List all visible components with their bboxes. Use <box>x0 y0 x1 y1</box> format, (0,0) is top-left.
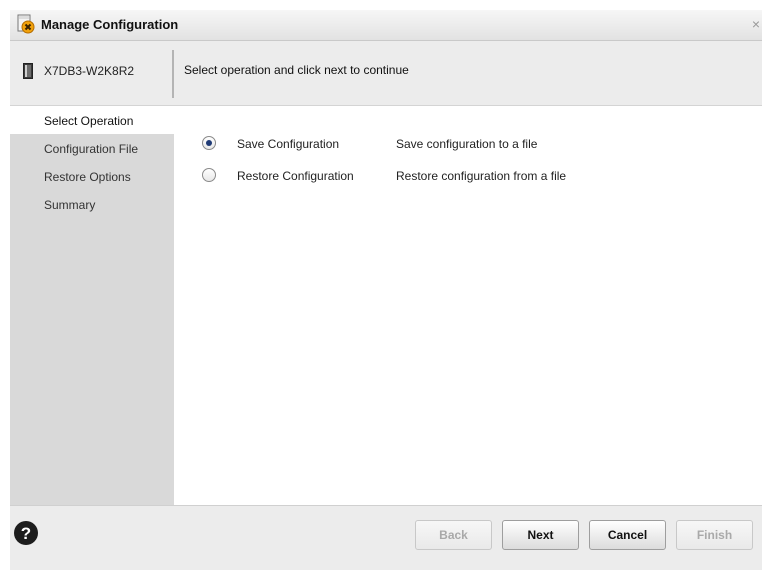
save-configuration-label[interactable]: Save Configuration <box>237 137 339 151</box>
close-icon[interactable]: × <box>752 16 760 32</box>
restore-configuration-description: Restore configuration from a file <box>396 169 567 183</box>
title-bar[interactable]: Manage Configuration × <box>10 10 762 41</box>
wizard-steps-sidebar: Select Operation Configuration File Rest… <box>10 106 174 505</box>
instruction-text: Select operation and click next to conti… <box>184 63 409 77</box>
manage-config-icon <box>17 14 35 34</box>
step-select-operation[interactable]: Select Operation <box>10 106 174 134</box>
step-label: Configuration File <box>44 142 139 156</box>
step-label: Restore Options <box>44 170 131 184</box>
radio-selected-dot <box>206 140 212 146</box>
step-label: Select Operation <box>44 114 134 128</box>
header-divider <box>172 50 174 98</box>
save-configuration-radio[interactable] <box>202 136 216 150</box>
restore-configuration-label[interactable]: Restore Configuration <box>237 169 354 183</box>
wizard-footer: ? Back Next Cancel Finish <box>10 505 762 570</box>
help-icon[interactable]: ? <box>13 520 39 546</box>
save-configuration-description: Save configuration to a file <box>396 137 538 151</box>
cancel-button[interactable]: Cancel <box>589 520 666 550</box>
step-label: Summary <box>44 198 96 212</box>
svg-text:?: ? <box>21 524 31 543</box>
save-configuration-option[interactable]: Save Configuration Save configuration to… <box>202 134 762 154</box>
restore-configuration-radio[interactable] <box>202 168 216 182</box>
step-restore-options[interactable]: Restore Options <box>10 162 174 190</box>
step-summary[interactable]: Summary <box>10 190 174 218</box>
step-configuration-file[interactable]: Configuration File <box>10 134 174 162</box>
server-name: X7DB3-W2K8R2 <box>44 64 135 78</box>
next-button[interactable]: Next <box>502 520 579 550</box>
dialog-title: Manage Configuration <box>41 17 179 32</box>
manage-configuration-dialog: Manage Configuration × X7DB3-W2K8R2 Sele… <box>0 0 762 570</box>
operation-selection-panel: Save Configuration Save configuration to… <box>174 106 762 505</box>
wizard-header: X7DB3-W2K8R2 Select operation and click … <box>10 41 762 106</box>
restore-configuration-option[interactable]: Restore Configuration Restore configurat… <box>202 166 762 186</box>
back-button[interactable]: Back <box>415 520 492 550</box>
server-icon <box>23 63 33 79</box>
finish-button[interactable]: Finish <box>676 520 753 550</box>
